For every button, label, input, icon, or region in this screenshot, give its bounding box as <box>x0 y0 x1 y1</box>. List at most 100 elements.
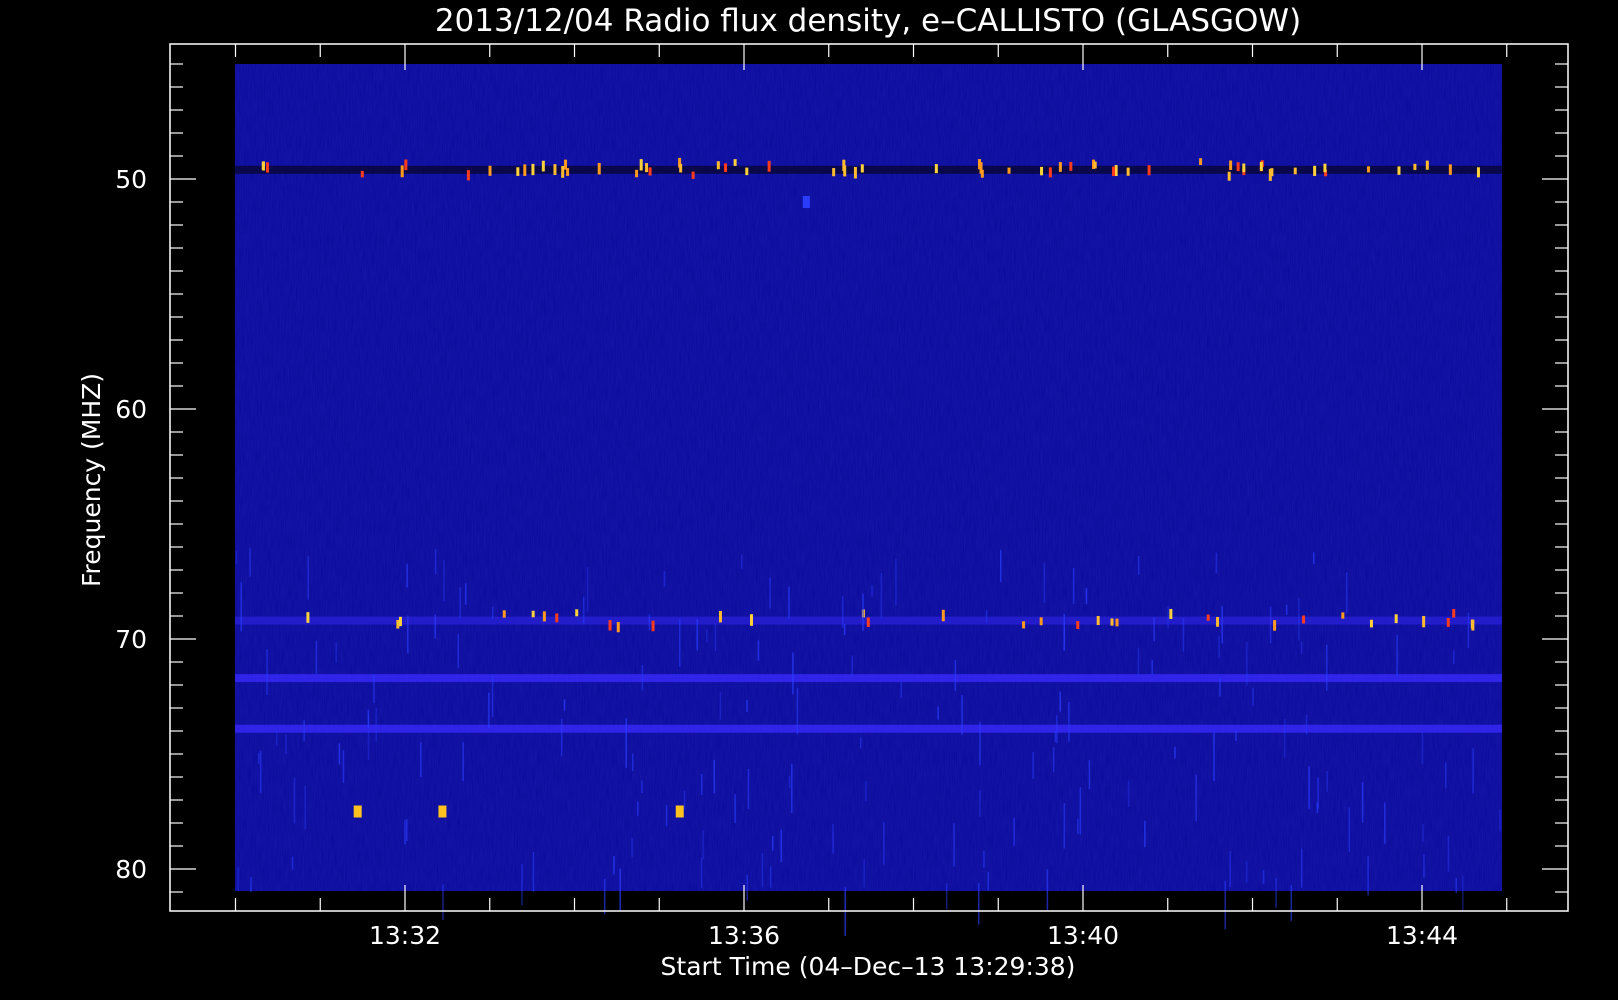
burst-mark <box>404 159 408 171</box>
burst-mark <box>360 170 364 178</box>
burst-mark <box>635 169 639 178</box>
noise-streak <box>603 878 606 915</box>
burst-mark <box>1040 166 1044 176</box>
y-axis-title: Frequency (MHZ) <box>77 373 106 587</box>
noise-streak <box>434 549 437 575</box>
burst-mark <box>1268 168 1272 181</box>
noise-streak <box>983 850 985 868</box>
spectrogram-chart: 2013/12/04 Radio flux density, e–CALLIST… <box>77 3 1569 981</box>
burst-mark <box>1076 621 1080 629</box>
noise-streak <box>521 863 523 906</box>
spot-mark <box>802 196 810 208</box>
heatmap-noise <box>235 64 1502 891</box>
burst-mark <box>645 163 649 173</box>
noise-streak <box>342 750 345 783</box>
burst-mark <box>733 159 737 166</box>
x-tick-label: 13:40 <box>1047 921 1119 950</box>
noise-streak <box>1056 715 1058 744</box>
frequency-band <box>235 724 1502 733</box>
x-tick-labels: 13:32 13:36 13:40 13:44 <box>369 921 1458 950</box>
noise-streak <box>859 737 862 749</box>
burst-mark <box>597 162 601 175</box>
noise-streak <box>237 867 239 891</box>
burst-mark <box>1302 615 1306 624</box>
x-tick-label: 13:32 <box>369 921 441 950</box>
burst-mark <box>691 171 695 179</box>
noise-streak <box>532 852 535 892</box>
noise-streak <box>1088 760 1091 790</box>
burst-mark <box>1452 609 1456 618</box>
noise-streak <box>700 773 703 796</box>
burst-mark <box>1229 160 1233 170</box>
noise-streak <box>491 607 494 619</box>
noise-streak <box>883 822 885 865</box>
noise-streak <box>249 547 251 577</box>
noise-streak <box>240 582 242 632</box>
burst-mark <box>1058 162 1062 172</box>
burst-mark <box>1169 608 1173 619</box>
noise-streak <box>1348 807 1351 853</box>
noise-streak <box>714 623 717 651</box>
burst-mark <box>718 611 722 623</box>
noise-streak <box>746 874 748 901</box>
noise-streak <box>1052 747 1055 773</box>
noise-streak <box>1079 787 1082 835</box>
burst-mark <box>516 167 520 176</box>
noise-streak <box>871 585 873 597</box>
noise-streak <box>1421 731 1424 765</box>
noise-streak <box>1072 568 1075 604</box>
noise-streak <box>1447 836 1450 872</box>
burst-mark <box>842 159 846 172</box>
burst-mark <box>488 165 492 176</box>
noise-streak <box>420 742 422 778</box>
burst-mark <box>1397 166 1401 175</box>
noise-streak <box>1215 552 1218 574</box>
noise-streak <box>1013 818 1015 846</box>
noise-streak <box>719 692 722 720</box>
burst-mark <box>1112 166 1116 177</box>
noise-streak <box>367 709 370 728</box>
noise-streak <box>641 780 643 793</box>
noise-streak <box>285 734 287 755</box>
burst-mark <box>398 616 402 627</box>
x-tick-label: 13:36 <box>708 921 780 950</box>
chart-title: 2013/12/04 Radio flux density, e–CALLIST… <box>435 3 1301 39</box>
noise-streak <box>1219 677 1221 697</box>
x-tick-label: 13:44 <box>1386 921 1458 950</box>
noise-streak <box>1063 803 1066 849</box>
burst-mark <box>1039 617 1043 626</box>
noise-streak <box>953 823 955 867</box>
noise-streak <box>631 753 634 771</box>
noise-streak <box>1213 732 1215 782</box>
noise-streak <box>1499 809 1501 832</box>
noise-streak <box>563 699 566 711</box>
burst-mark <box>1206 614 1210 621</box>
noise-streak <box>443 560 445 602</box>
noise-streak <box>259 750 262 793</box>
noise-streak <box>266 649 268 696</box>
noise-streak <box>582 596 585 625</box>
burst-mark <box>1114 165 1118 177</box>
noise-streak <box>625 718 627 768</box>
burst-mark <box>1242 163 1246 173</box>
noise-streak <box>560 719 563 757</box>
noise-streak <box>1262 869 1265 884</box>
spot-mark <box>438 805 447 818</box>
noise-streak <box>648 614 651 631</box>
burst-mark <box>542 611 546 622</box>
noise-streak <box>235 551 238 564</box>
noise-streak <box>631 838 633 858</box>
noise-streak <box>1063 613 1066 651</box>
noise-streak <box>406 563 408 588</box>
noise-streak <box>1137 555 1140 575</box>
burst-mark <box>1448 164 1452 175</box>
burst-mark <box>1022 621 1026 629</box>
noise-streak <box>1059 691 1061 712</box>
noise-streak <box>373 674 375 704</box>
noise-streak <box>1361 782 1364 823</box>
noise-streak <box>1245 861 1248 883</box>
noise-streak <box>985 610 988 624</box>
noise-streak <box>678 619 681 667</box>
burst-mark <box>523 164 527 176</box>
noise-streak <box>1246 641 1248 686</box>
